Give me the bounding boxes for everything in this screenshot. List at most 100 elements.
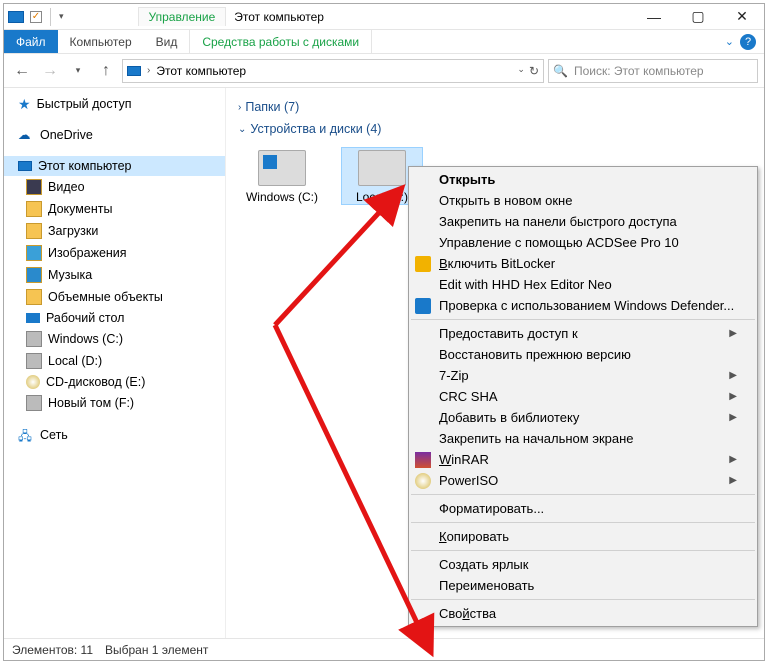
menu-open-new-window[interactable]: Открыть в новом окне xyxy=(409,190,757,211)
sidebar-item-drive-c[interactable]: Windows (C:) xyxy=(4,328,225,350)
submenu-arrow-icon: ▶ xyxy=(729,412,737,423)
search-input[interactable]: 🔍 Поиск: Этот компьютер xyxy=(548,59,758,83)
status-selection: Выбран 1 элемент xyxy=(105,643,208,657)
history-dropdown-icon[interactable]: ▾ xyxy=(66,59,90,83)
menu-create-shortcut[interactable]: Создать ярлык xyxy=(409,554,757,575)
poweriso-icon xyxy=(415,473,431,489)
address-bar[interactable]: › Этот компьютер ⌄ ↻ xyxy=(122,59,544,83)
shield-icon xyxy=(415,256,431,272)
menu-acdsee[interactable]: Управление с помощью ACDSee Pro 10 xyxy=(409,232,757,253)
sidebar-item-drive-f[interactable]: Новый том (F:) xyxy=(4,392,225,414)
sidebar-item-3d[interactable]: Объемные объекты xyxy=(4,286,225,308)
sidebar: ★ Быстрый доступ ☁ OneDrive Этот компьют… xyxy=(4,88,226,638)
menu-add-to-library[interactable]: Добавить в библиотеку▶ xyxy=(409,407,757,428)
window-title: Этот компьютер xyxy=(234,10,324,24)
maximize-button[interactable]: ▢ xyxy=(676,4,720,30)
back-button[interactable]: ← xyxy=(10,59,34,83)
sidebar-item-label: Этот компьютер xyxy=(38,159,131,173)
sidebar-onedrive[interactable]: ☁ OneDrive xyxy=(4,124,225,146)
folder-icon xyxy=(26,245,42,261)
address-dropdown-icon[interactable]: ⌄ xyxy=(517,64,525,78)
chevron-right-icon[interactable]: › xyxy=(238,102,241,113)
cd-icon xyxy=(26,375,40,389)
folder-icon xyxy=(26,201,42,217)
menu-separator xyxy=(411,319,755,320)
menu-copy[interactable]: Копировать xyxy=(409,526,757,547)
search-placeholder: Поиск: Этот компьютер xyxy=(574,64,704,78)
qat-separator xyxy=(50,8,51,26)
address-chevron-icon[interactable]: › xyxy=(147,65,150,76)
menu-hex-editor[interactable]: Edit with HHD Hex Editor Neo xyxy=(409,274,757,295)
qat-dropdown-icon[interactable]: ▾ xyxy=(59,11,64,22)
sidebar-this-pc[interactable]: Этот компьютер xyxy=(4,156,225,176)
pc-icon xyxy=(8,11,24,23)
menu-defender[interactable]: Проверка с использованием Windows Defend… xyxy=(409,295,757,316)
sidebar-item-label: Видео xyxy=(48,180,85,194)
status-count: Элементов: 11 xyxy=(12,643,93,657)
sidebar-quick-access[interactable]: ★ Быстрый доступ xyxy=(4,94,225,114)
sidebar-item-label: Документы xyxy=(48,202,112,216)
folder-icon xyxy=(26,289,42,305)
tab-computer[interactable]: Компьютер xyxy=(58,30,144,53)
group-label: Папки (7) xyxy=(245,100,299,114)
title-context-tab[interactable]: Управление xyxy=(138,7,227,26)
network-icon: 🖧 xyxy=(18,427,34,443)
menu-pin-quick-access[interactable]: Закрепить на панели быстрого доступа xyxy=(409,211,757,232)
menu-bitlocker[interactable]: Включить BitLocker xyxy=(409,253,757,274)
help-icon[interactable]: ? xyxy=(740,34,756,50)
tab-view[interactable]: Вид xyxy=(144,30,190,53)
drive-label: Windows (C:) xyxy=(242,190,322,204)
sidebar-item-cd[interactable]: CD-дисковод (E:) xyxy=(4,372,225,392)
ribbon-collapse-icon[interactable]: ⌄ xyxy=(725,35,734,48)
tab-file[interactable]: Файл xyxy=(4,30,58,53)
menu-restore-version[interactable]: Восстановить прежнюю версию xyxy=(409,344,757,365)
sidebar-item-documents[interactable]: Документы xyxy=(4,198,225,220)
sidebar-item-video[interactable]: Видео xyxy=(4,176,225,198)
sidebar-item-label: Загрузки xyxy=(48,224,98,238)
submenu-arrow-icon: ▶ xyxy=(729,454,737,465)
sidebar-item-label: Сеть xyxy=(40,428,68,442)
sidebar-item-label: Local (D:) xyxy=(48,354,102,368)
submenu-arrow-icon: ▶ xyxy=(729,370,737,381)
search-icon: 🔍 xyxy=(553,64,568,78)
drive-icon xyxy=(26,395,42,411)
group-drives[interactable]: ⌄ Устройства и диски (4) xyxy=(238,118,752,140)
group-label: Устройства и диски (4) xyxy=(250,122,381,136)
menu-rename[interactable]: Переименовать xyxy=(409,575,757,596)
menu-format[interactable]: Форматировать... xyxy=(409,498,757,519)
quick-access-toolbar: ✓ ▾ xyxy=(4,8,68,26)
chevron-down-icon[interactable]: ⌄ xyxy=(238,124,246,135)
drive-c[interactable]: Windows (C:) xyxy=(242,148,322,204)
tab-drive-tools[interactable]: Средства работы с дисками xyxy=(189,30,372,53)
sidebar-network[interactable]: 🖧 Сеть xyxy=(4,424,225,446)
sidebar-item-label: Объемные объекты xyxy=(48,290,163,304)
submenu-arrow-icon: ▶ xyxy=(729,475,737,486)
menu-pin-start[interactable]: Закрепить на начальном экране xyxy=(409,428,757,449)
minimize-button[interactable]: — xyxy=(632,4,676,30)
sidebar-item-desktop[interactable]: Рабочий стол xyxy=(4,308,225,328)
menu-separator xyxy=(411,599,755,600)
up-button[interactable]: ↑ xyxy=(94,59,118,83)
sidebar-item-pictures[interactable]: Изображения xyxy=(4,242,225,264)
address-path[interactable]: Этот компьютер xyxy=(156,64,246,78)
menu-winrar[interactable]: WinRAR▶ xyxy=(409,449,757,470)
group-folders[interactable]: › Папки (7) xyxy=(238,96,752,118)
menu-open[interactable]: Открыть xyxy=(409,169,757,190)
defender-icon xyxy=(415,298,431,314)
sidebar-item-music[interactable]: Музыка xyxy=(4,264,225,286)
drive-icon xyxy=(26,331,42,347)
menu-7zip[interactable]: 7-Zip▶ xyxy=(409,365,757,386)
menu-crc-sha[interactable]: CRC SHA▶ xyxy=(409,386,757,407)
menu-share[interactable]: Предоставить доступ к▶ xyxy=(409,323,757,344)
sidebar-item-downloads[interactable]: Загрузки xyxy=(4,220,225,242)
drive-icon xyxy=(26,353,42,369)
refresh-icon[interactable]: ↻ xyxy=(529,64,539,78)
sidebar-item-drive-d[interactable]: Local (D:) xyxy=(4,350,225,372)
forward-button[interactable]: → xyxy=(38,59,62,83)
menu-properties[interactable]: Свойства xyxy=(409,603,757,624)
close-button[interactable]: ✕ xyxy=(720,4,764,30)
folder-icon xyxy=(26,223,42,239)
pc-mini-icon xyxy=(127,66,141,76)
menu-poweriso[interactable]: PowerISO▶ xyxy=(409,470,757,491)
checkbox-icon[interactable]: ✓ xyxy=(30,11,42,23)
